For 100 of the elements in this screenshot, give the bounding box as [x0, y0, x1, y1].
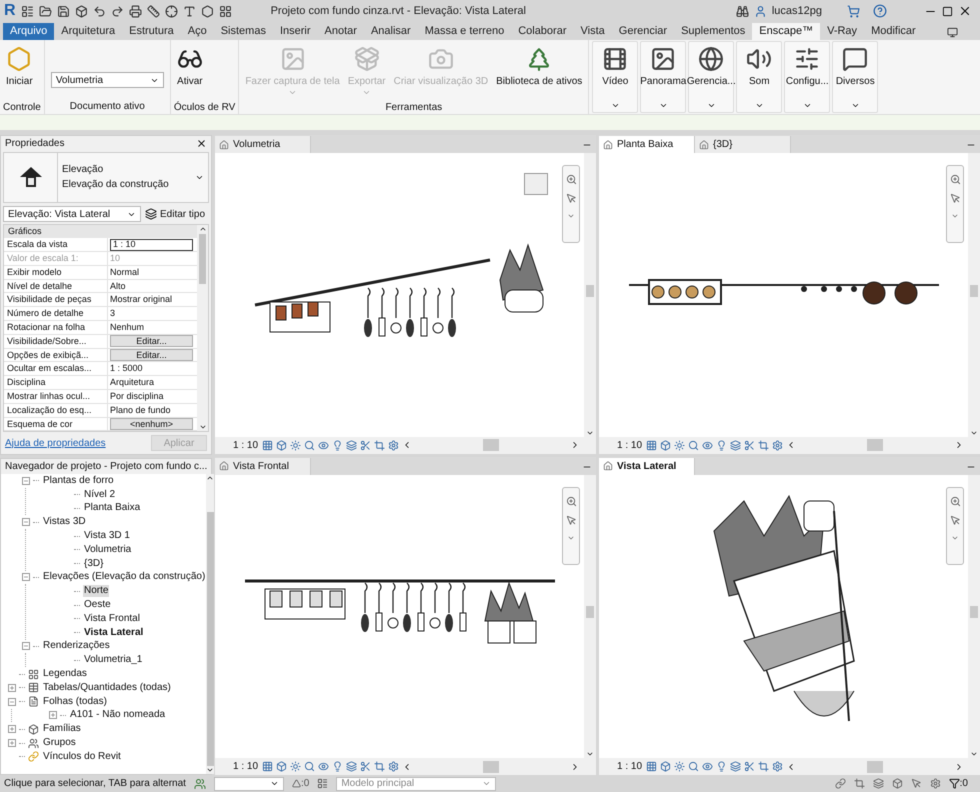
search-icon[interactable] [688, 761, 699, 772]
crosshair-icon[interactable] [164, 4, 178, 18]
group-header[interactable]: Gráficos [4, 225, 197, 238]
layers-icon[interactable] [346, 761, 357, 772]
ribbon-tab[interactable]: Massa e terreno [418, 23, 512, 40]
ribbon-button[interactable]: Diversos [832, 41, 878, 113]
crop-icon[interactable] [758, 440, 769, 450]
property-value[interactable]: 1 : 5000 [110, 364, 143, 374]
ribbon-tab[interactable]: Colaborar [511, 23, 574, 40]
ribbon-tab[interactable]: Aço [180, 23, 214, 40]
view-tab[interactable]: Vista Frontal [215, 458, 311, 474]
expand-toggle[interactable] [22, 476, 30, 485]
sun-icon[interactable] [290, 761, 301, 772]
edit-type-button[interactable]: Editar tipo [145, 206, 206, 222]
tree-item[interactable]: Folhas (todas) [42, 696, 108, 708]
link-icon[interactable] [834, 778, 846, 789]
ribbon-tab[interactable]: Analisar [364, 23, 418, 40]
redo-icon[interactable] [110, 4, 124, 18]
tree-item[interactable]: Norte [83, 585, 110, 598]
crop-icon[interactable] [854, 778, 865, 789]
ribbon-tab[interactable]: Inserir [272, 23, 318, 40]
scrollbar-thumb[interactable] [199, 234, 206, 284]
navigation-bar[interactable] [562, 486, 580, 564]
scrollbar-thumb[interactable] [586, 284, 594, 297]
eye-icon[interactable] [702, 440, 713, 450]
ribbon-tab[interactable]: Gerenciar [612, 23, 674, 40]
gear-icon[interactable] [930, 778, 941, 789]
user-name[interactable]: lucas12pg [772, 2, 822, 20]
maximize-icon[interactable] [942, 6, 953, 16]
ribbon-tab[interactable]: Arquitetura [54, 23, 122, 40]
app-logo[interactable]: R [4, 3, 16, 19]
property-button[interactable]: <nenhum> [110, 418, 193, 430]
property-value[interactable]: Nenhum [110, 322, 144, 332]
tree-item[interactable]: Plantas de forro [42, 474, 115, 487]
type-selector[interactable]: Elevação Elevação da construção [3, 152, 209, 203]
tree-item[interactable]: Volumetria [83, 544, 132, 556]
scrollbar[interactable] [584, 153, 596, 436]
ribbon-tab[interactable]: Estrutura [122, 23, 181, 40]
property-value[interactable]: Arquitetura [110, 378, 154, 388]
lightbulb-icon[interactable] [332, 761, 343, 772]
tree-item[interactable]: Vista 3D 1 [83, 530, 131, 542]
save-icon[interactable] [56, 4, 70, 18]
tree-item[interactable]: A101 - Não nomeada [69, 709, 166, 722]
lightbulb-icon[interactable] [716, 440, 727, 450]
filter-count[interactable]: :0 [960, 776, 968, 791]
tree-item[interactable]: Elevações (Elevação da construção) [42, 571, 206, 584]
ribbon-button[interactable]: Iniciar [3, 42, 36, 89]
tree-item[interactable]: Vínculos do Revit [42, 750, 122, 763]
view-tab[interactable]: {3D} [695, 136, 791, 153]
view-scale[interactable]: 1 : 10 [219, 438, 259, 452]
property-button[interactable]: Editar... [110, 349, 193, 362]
scissors-icon[interactable] [360, 440, 371, 450]
close-icon[interactable] [196, 138, 207, 150]
navigation-bar[interactable] [562, 165, 580, 243]
gear-icon[interactable] [388, 761, 399, 772]
eye-icon[interactable] [318, 761, 329, 772]
scrollbar-thumb[interactable] [867, 439, 883, 451]
view-scale[interactable]: 1 : 10 [603, 438, 643, 452]
gear-icon[interactable] [772, 440, 783, 450]
property-value[interactable]: Plano de fundo [110, 406, 171, 415]
cube-icon[interactable] [276, 440, 287, 450]
tree-item[interactable]: Volumetria_1 [83, 654, 144, 666]
ribbon-button[interactable]: Som [736, 41, 782, 113]
view-tab[interactable]: Volumetria [215, 136, 311, 153]
user-icon[interactable] [754, 4, 767, 18]
cube-icon[interactable] [660, 440, 671, 450]
search-icon[interactable] [688, 440, 699, 450]
binoculars-icon[interactable] [736, 4, 749, 18]
layers-icon[interactable] [730, 440, 741, 450]
scrollbar-thumb[interactable] [970, 284, 978, 297]
scroll-down-icon[interactable] [206, 766, 214, 774]
property-button[interactable]: Editar... [110, 335, 193, 348]
scrollbar-thumb[interactable] [483, 439, 499, 451]
gear-icon[interactable] [388, 440, 399, 450]
ribbon-tab[interactable]: V-Ray [820, 23, 864, 40]
ribbon-tab[interactable]: Suplementos [674, 23, 752, 40]
scroll-down-icon[interactable] [970, 750, 978, 758]
layers-icon[interactable] [346, 440, 357, 450]
expand-toggle[interactable] [22, 573, 30, 582]
search-icon[interactable] [304, 761, 315, 772]
ribbon-tab[interactable]: Vista [574, 23, 612, 40]
search-icon[interactable] [304, 440, 315, 450]
cube-icon[interactable] [74, 4, 88, 18]
crop-icon[interactable] [758, 761, 769, 772]
open-folder-icon[interactable] [38, 4, 52, 18]
navigation-bar[interactable] [946, 486, 964, 564]
scrollbar[interactable] [206, 474, 214, 774]
layout-icon[interactable] [218, 4, 232, 18]
expand-toggle[interactable] [48, 711, 56, 720]
scrollbar-thumb[interactable] [867, 760, 883, 772]
tree-item[interactable]: Oeste [83, 599, 112, 612]
properties-help-link[interactable]: Ajuda de propriedades [5, 436, 106, 451]
ribbon-button[interactable]: Ativar [174, 42, 206, 89]
expand-toggle[interactable] [8, 684, 16, 692]
close-icon[interactable] [958, 4, 972, 18]
scrollbar-thumb[interactable] [970, 606, 978, 618]
tree-item[interactable]: Vista Lateral [83, 626, 144, 639]
eye-icon[interactable] [702, 761, 713, 772]
tree-item[interactable]: Planta Baixa [83, 502, 142, 514]
eye-icon[interactable] [318, 440, 329, 450]
